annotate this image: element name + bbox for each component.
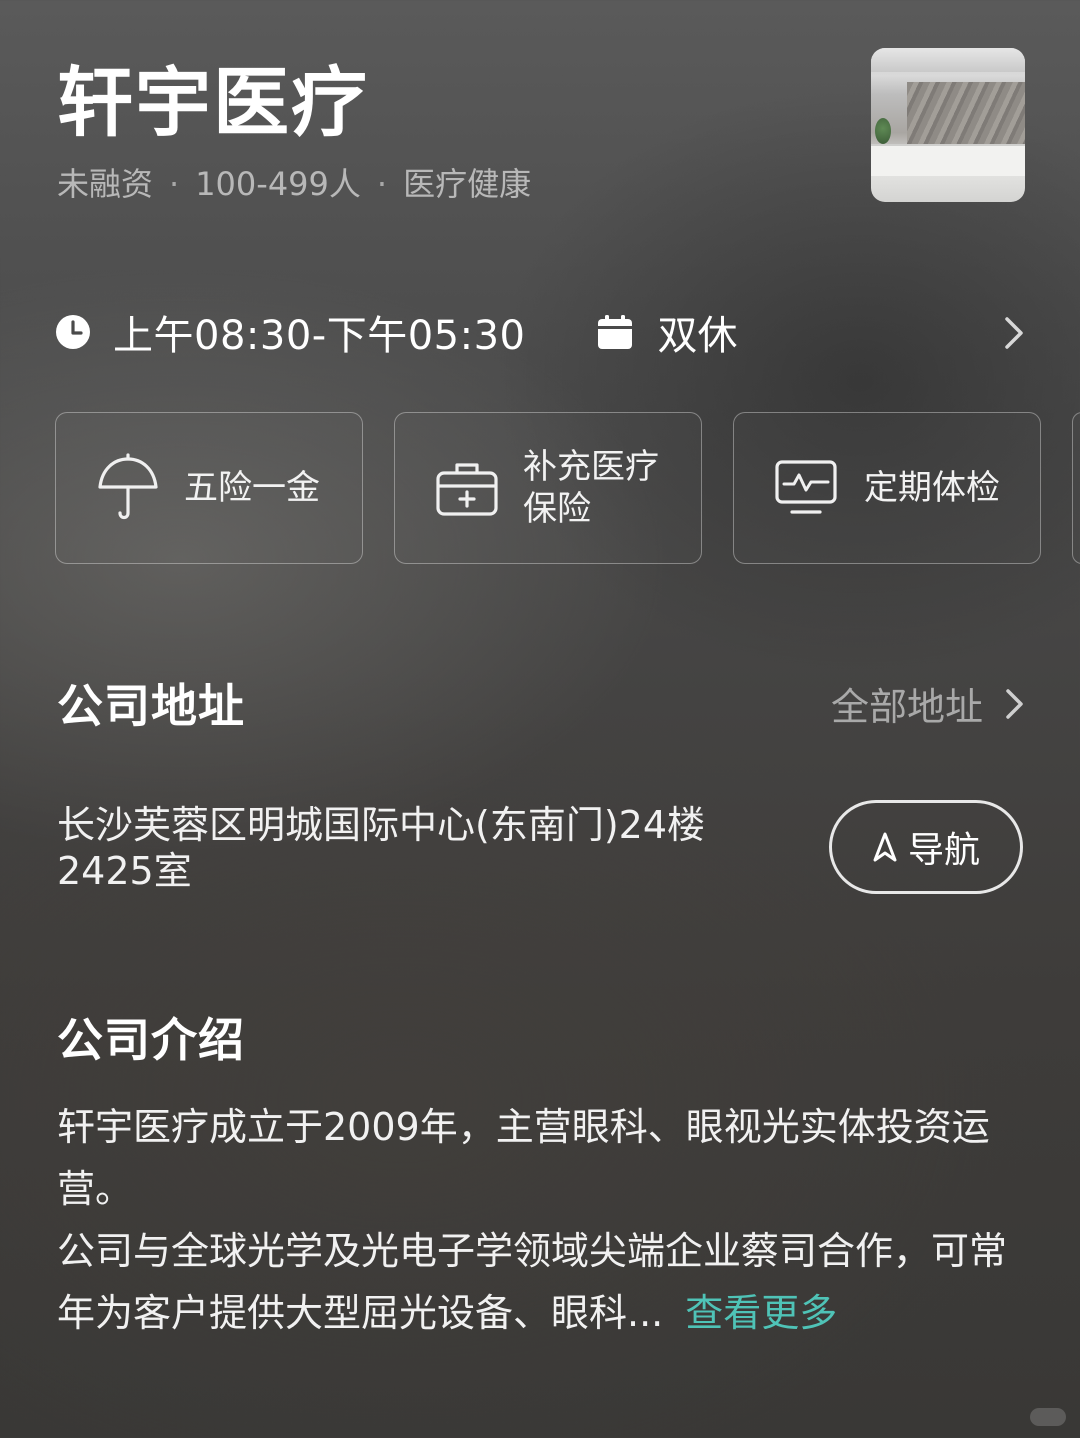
umbrella-icon: [98, 453, 158, 520]
work-schedule-row[interactable]: 上午08:30-下午05:30 双休: [55, 300, 1025, 364]
benefit-label-line2: 保险: [523, 489, 591, 529]
intro-paragraph: 轩宇医疗成立于2009年，主营眼科、眼视光实体投资运营。: [57, 1105, 990, 1211]
all-addresses-link[interactable]: 全部地址: [831, 676, 1025, 731]
address-line1: 长沙芙蓉区明城国际中心(东南门)24楼: [57, 803, 706, 847]
view-more-link[interactable]: 查看更多: [685, 1291, 837, 1335]
clock-icon: [56, 315, 90, 349]
company-photo-thumbnail[interactable]: [871, 48, 1025, 202]
funding-stage: 未融资: [57, 165, 154, 203]
navigation-arrow-icon: [873, 832, 897, 862]
company-intro-text: 轩宇医疗成立于2009年，主营眼科、眼视光实体投资运营。 公司与全球光学及光电子…: [57, 1096, 1027, 1344]
benefit-label: 五险一金: [184, 468, 320, 508]
company-industry: 医疗健康: [403, 165, 532, 203]
address-section-title: 公司地址: [57, 679, 245, 733]
monitor-pulse-icon: [775, 460, 837, 514]
intro-section-title: 公司介绍: [57, 1013, 245, 1067]
benefit-label: 定期体检: [864, 468, 1000, 508]
intro-paragraph: 公司与全球光学及光电子学领域尖端企业蔡司合作，可常年为客户提供大型屈光设备、眼科…: [57, 1229, 1008, 1335]
corner-watermark: [1030, 1408, 1066, 1426]
company-meta: 未融资 · 100-499人 · 医疗健康: [57, 162, 531, 206]
medical-kit-icon: [436, 463, 498, 516]
address-line2: 2425室: [57, 849, 192, 893]
rest-days: 双休: [657, 313, 738, 359]
all-addresses-label: 全部地址: [830, 685, 983, 729]
benefit-card-supplementary-medical[interactable]: 补充医疗 保险: [394, 412, 702, 564]
benefit-card-partial[interactable]: [1072, 412, 1080, 564]
benefit-label-line1: 补充医疗: [523, 447, 659, 487]
company-size: 100-499人: [195, 165, 361, 203]
chevron-right-icon[interactable]: [1003, 316, 1025, 350]
meta-separator: ·: [169, 165, 180, 203]
company-address: 长沙芙蓉区明城国际中心(东南门)24楼 2425室: [57, 802, 777, 894]
navigate-button[interactable]: 导航: [829, 800, 1023, 894]
benefit-card-physical-exam[interactable]: 定期体检: [733, 412, 1041, 564]
navigate-label: 导航: [907, 830, 980, 871]
chevron-right-icon: [1006, 688, 1023, 719]
meta-separator: ·: [376, 165, 388, 203]
calendar-icon: [598, 315, 633, 349]
company-name: 轩宇医疗: [57, 58, 369, 147]
benefit-card-insurance-fund[interactable]: 五险一金: [55, 412, 363, 564]
work-hours: 上午08:30-下午05:30: [113, 313, 526, 359]
